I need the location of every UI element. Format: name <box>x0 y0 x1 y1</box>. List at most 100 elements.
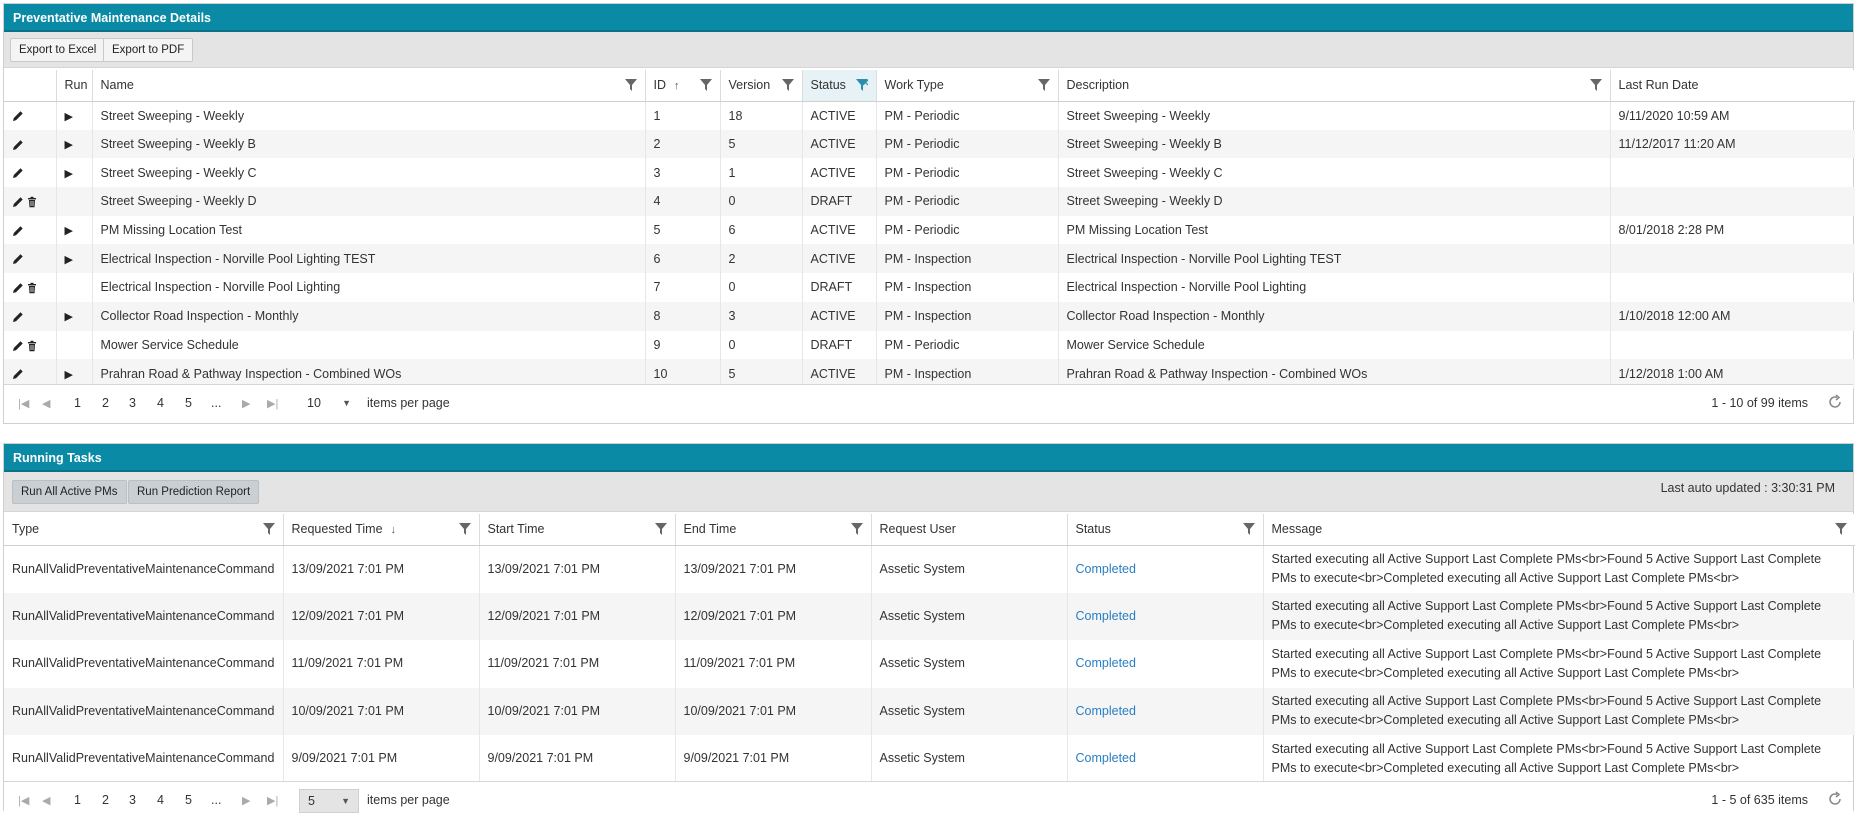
refresh-icon[interactable] <box>1827 394 1843 410</box>
filter-icon[interactable] <box>262 523 275 535</box>
edit-pencil-icon[interactable] <box>12 139 24 151</box>
page-link[interactable]: 4 <box>157 793 164 807</box>
prev-page-icon[interactable]: ◀ <box>42 397 50 410</box>
column-header-status[interactable]: Status <box>801 70 876 102</box>
table-row[interactable]: ▶ Electrical Inspection - Norville Pool L… <box>4 244 1855 274</box>
last-page-icon[interactable]: ▶| <box>267 794 278 807</box>
page-size-select[interactable]: 5 ▼ <box>299 789 359 813</box>
filter-icon[interactable] <box>699 79 712 91</box>
page-link[interactable]: 1 <box>74 396 81 410</box>
cell-status: ACTIVE <box>801 215 876 245</box>
prev-page-icon[interactable]: ◀ <box>42 794 50 807</box>
column-header-request-user[interactable]: Request User <box>870 514 1067 546</box>
page-link[interactable]: 2 <box>102 396 109 410</box>
run-play-icon[interactable]: ▶ <box>65 369 73 381</box>
table-row[interactable]: ▶ Street Sweeping - Weekly B 2 5 ACTIVE PM - … <box>4 129 1855 159</box>
table-row[interactable]: ▶ Street Sweeping - Weekly 1 18 ACTIVE PM - P… <box>4 101 1855 130</box>
column-header-start-time[interactable]: Start Time <box>478 514 675 546</box>
run-play-icon[interactable]: ▶ <box>65 168 73 180</box>
next-page-icon[interactable]: ▶ <box>242 794 250 807</box>
table-row[interactable]: ▶ Street Sweeping - Weekly C 3 1 ACTIVE PM - … <box>4 158 1855 188</box>
page-link-more[interactable]: ... <box>211 396 221 410</box>
run-play-icon[interactable]: ▶ <box>65 139 73 151</box>
cell-name: Mower Service Schedule <box>91 330 645 360</box>
delete-trash-icon[interactable] <box>26 196 38 208</box>
page-link[interactable]: 5 <box>185 396 192 410</box>
edit-pencil-icon[interactable] <box>12 368 24 380</box>
filter-icon[interactable] <box>1835 523 1847 535</box>
page-link-more[interactable]: ... <box>211 793 221 807</box>
column-header-last-run-date[interactable]: Last Run Date <box>1609 70 1855 102</box>
page-size-select[interactable]: 10 ▼ <box>299 392 359 416</box>
column-header-message[interactable]: Message <box>1262 514 1855 546</box>
page-link[interactable]: 1 <box>74 793 81 807</box>
column-header-id[interactable]: ID ↑ <box>644 70 720 102</box>
table-row[interactable]: RunAllValidPreventativeMaintenanceComman… <box>4 592 1855 640</box>
filter-icon[interactable] <box>624 79 637 91</box>
filter-icon[interactable] <box>458 523 471 535</box>
run-play-icon[interactable]: ▶ <box>65 225 73 237</box>
status-link[interactable]: Completed <box>1076 562 1136 576</box>
status-link[interactable]: Completed <box>1076 609 1136 623</box>
run-play-icon[interactable]: ▶ <box>65 111 73 123</box>
page-link[interactable]: 3 <box>129 396 136 410</box>
items-per-page-label: items per page <box>367 793 450 807</box>
run-prediction-report-button[interactable]: Run Prediction Report <box>128 480 260 504</box>
pager-count: 1 - 5 of 635 items <box>1711 793 1808 807</box>
table-row[interactable]: Electrical Inspection - Norville Pool Li… <box>4 273 1855 302</box>
filter-icon[interactable] <box>1242 523 1255 535</box>
column-header-end-time[interactable]: End Time <box>674 514 871 546</box>
clear-filter-icon[interactable] <box>855 79 868 91</box>
column-header-version[interactable]: Version <box>719 70 802 102</box>
edit-pencil-icon[interactable] <box>12 282 24 294</box>
column-header-requested-time[interactable]: Requested Time ↓ <box>282 514 479 546</box>
run-play-icon[interactable]: ▶ <box>65 311 73 323</box>
status-link[interactable]: Completed <box>1076 704 1136 718</box>
row-actions <box>4 101 56 130</box>
page-link[interactable]: 3 <box>129 793 136 807</box>
filter-icon[interactable] <box>781 79 794 91</box>
run-all-active-pms-button[interactable]: Run All Active PMs <box>12 480 127 504</box>
status-link[interactable]: Completed <box>1076 751 1136 765</box>
table-row[interactable]: RunAllValidPreventativeMaintenanceComman… <box>4 545 1855 593</box>
column-header-description[interactable]: Description <box>1057 70 1610 102</box>
column-header-run[interactable]: Run <box>55 70 92 102</box>
edit-pencil-icon[interactable] <box>12 110 24 122</box>
table-row[interactable]: Mower Service Schedule 9 0 DRAFT PM - Period… <box>4 330 1855 360</box>
table-row[interactable]: Street Sweeping - Weekly D 4 0 DRAFT PM - Pe… <box>4 187 1855 216</box>
edit-pencil-icon[interactable] <box>12 225 24 237</box>
delete-trash-icon[interactable] <box>26 340 38 352</box>
edit-pencil-icon[interactable] <box>12 253 24 265</box>
edit-pencil-icon[interactable] <box>12 340 24 352</box>
filter-icon[interactable] <box>1037 79 1050 91</box>
column-header-type[interactable]: Type <box>4 514 283 546</box>
edit-pencil-icon[interactable] <box>12 196 24 208</box>
next-page-icon[interactable]: ▶ <box>242 397 250 410</box>
status-link[interactable]: Completed <box>1076 656 1136 670</box>
last-page-icon[interactable]: ▶| <box>267 397 278 410</box>
table-row[interactable]: ▶ Collector Road Inspection - Monthly 8 3 AC… <box>4 301 1855 331</box>
page-link[interactable]: 5 <box>185 793 192 807</box>
filter-icon[interactable] <box>850 523 863 535</box>
edit-pencil-icon[interactable] <box>12 167 24 179</box>
delete-trash-icon[interactable] <box>26 282 38 294</box>
table-row[interactable]: ▶ PM Missing Location Test 5 6 ACTIVE PM - Pe… <box>4 215 1855 245</box>
column-header-work-type[interactable]: Work Type <box>875 70 1058 102</box>
export-pdf-button[interactable]: Export to PDF <box>103 38 194 62</box>
column-header-name[interactable]: Name <box>91 70 645 102</box>
table-row[interactable]: RunAllValidPreventativeMaintenanceComman… <box>4 735 1855 783</box>
cell-last-run-date: 1/10/2018 12:00 AM <box>1609 301 1855 331</box>
first-page-icon[interactable]: |◀ <box>18 397 29 410</box>
first-page-icon[interactable]: |◀ <box>18 794 29 807</box>
column-header-status[interactable]: Status <box>1066 514 1263 546</box>
table-row[interactable]: RunAllValidPreventativeMaintenanceComman… <box>4 687 1855 735</box>
edit-pencil-icon[interactable] <box>12 311 24 323</box>
filter-icon[interactable] <box>654 523 667 535</box>
page-link[interactable]: 4 <box>157 396 164 410</box>
export-excel-button[interactable]: Export to Excel <box>10 38 106 62</box>
page-link[interactable]: 2 <box>102 793 109 807</box>
refresh-icon[interactable] <box>1827 791 1843 807</box>
filter-icon[interactable] <box>1589 79 1602 91</box>
run-play-icon[interactable]: ▶ <box>65 254 73 266</box>
table-row[interactable]: RunAllValidPreventativeMaintenanceComman… <box>4 640 1855 688</box>
